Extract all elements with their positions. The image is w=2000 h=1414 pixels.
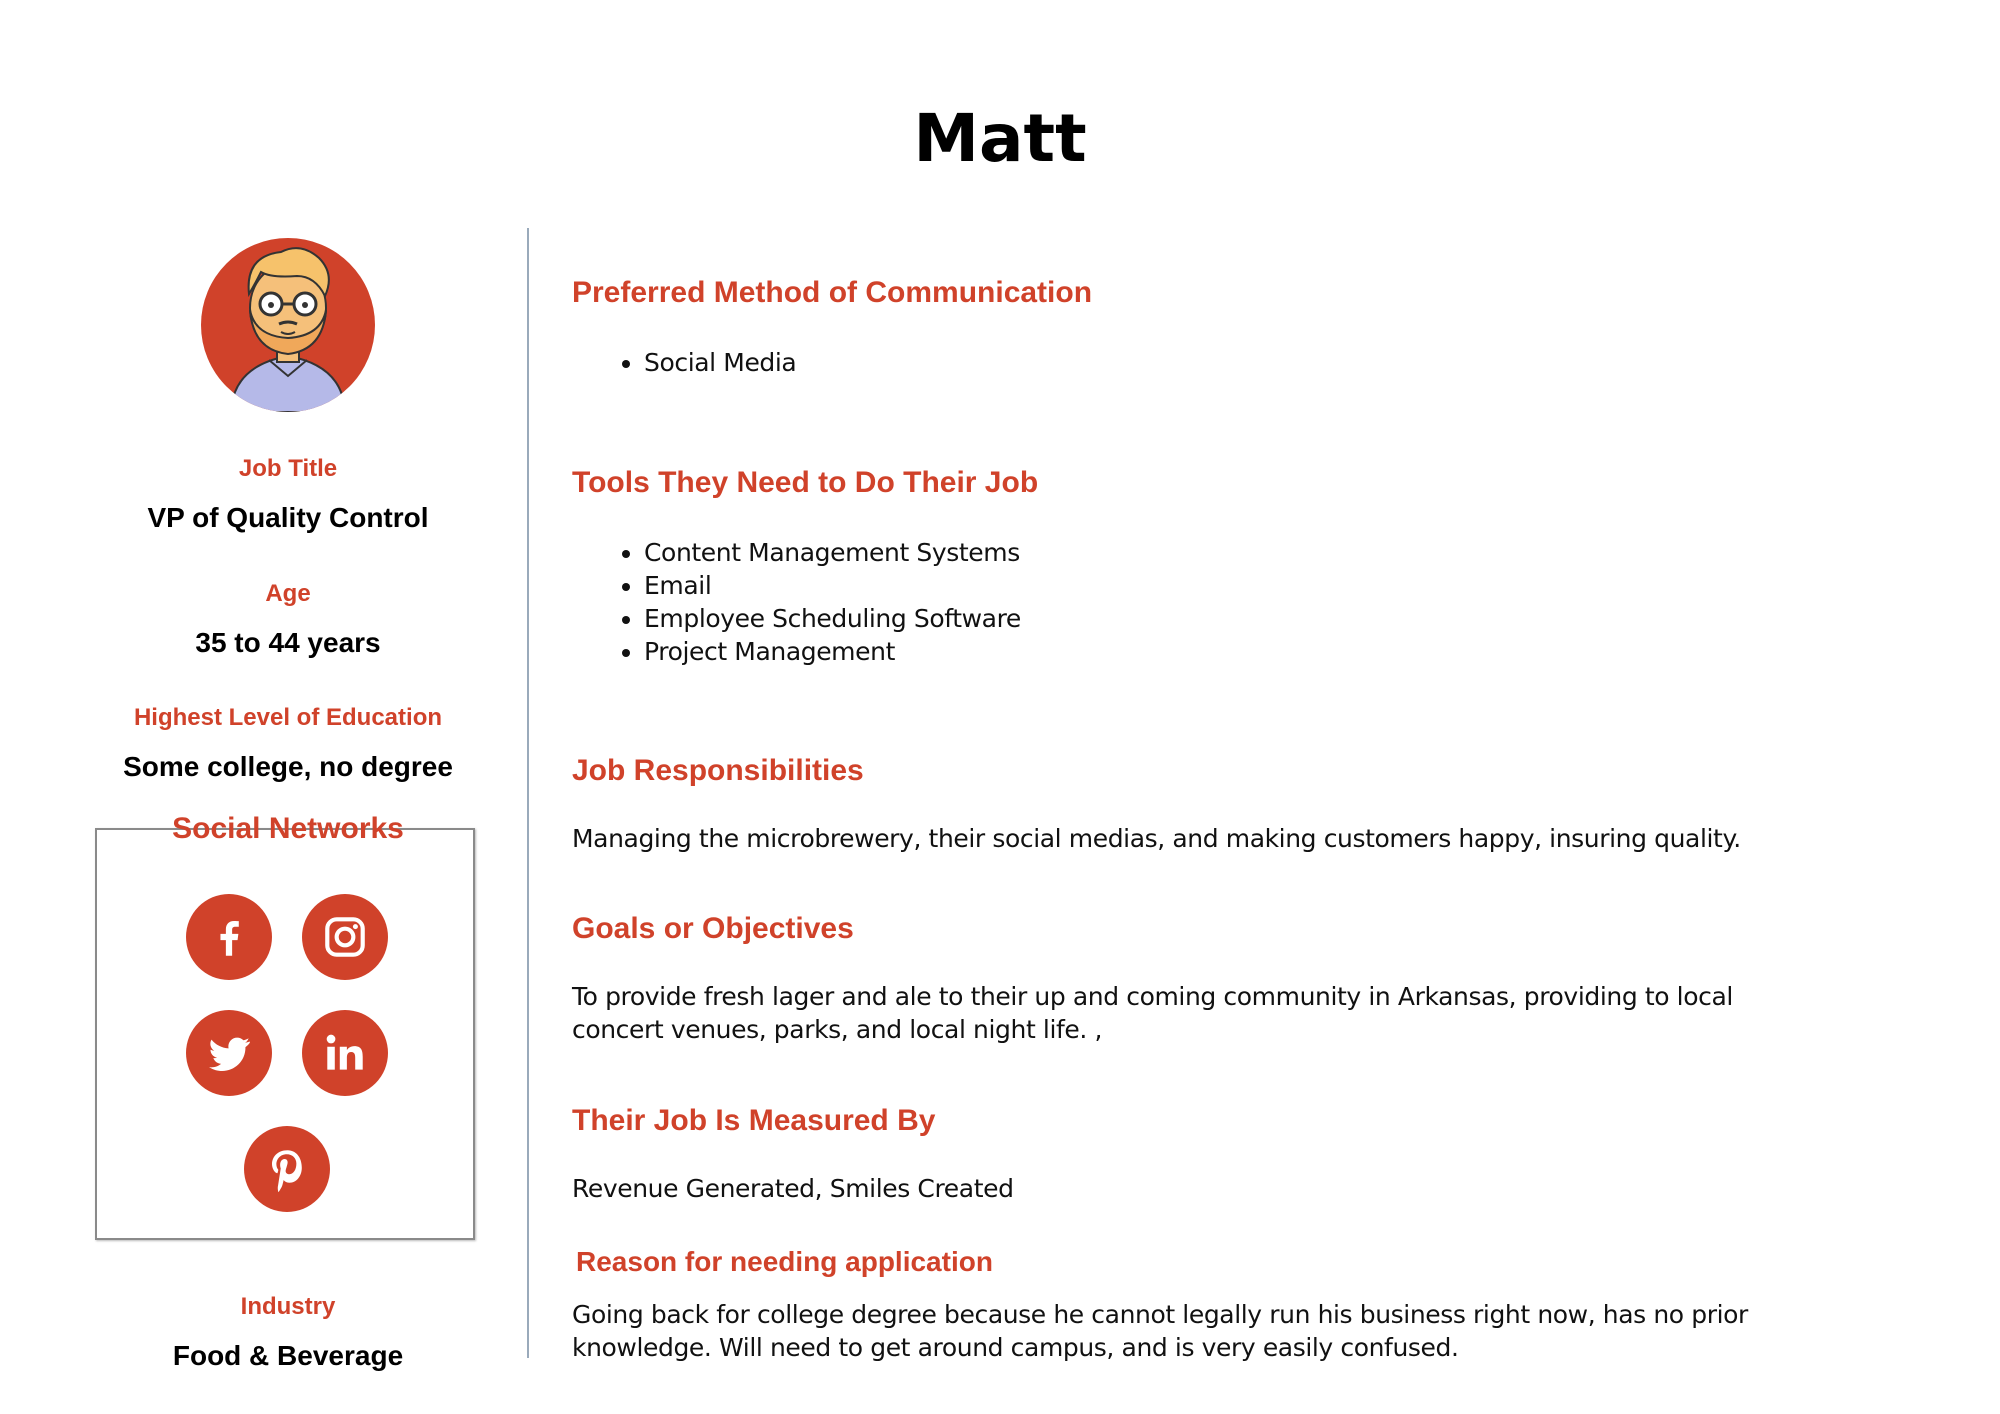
responsibilities-heading: Job Responsibilities (572, 754, 864, 787)
age-value: 35 to 44 years (195, 627, 381, 658)
responsibilities-text: Managing the microbrewery, their social … (572, 824, 1741, 853)
list-item: Content Management Systems (644, 536, 1021, 569)
job-title-value: VP of Quality Control (147, 502, 429, 533)
industry-label: Industry (240, 1293, 336, 1320)
pinterest-icon[interactable] (244, 1126, 330, 1212)
tools-heading: Tools They Need to Do Their Job (572, 466, 1039, 499)
instagram-icon[interactable] (302, 894, 388, 980)
list-item: Project Management (644, 635, 1021, 668)
social-networks-title: Social Networks (172, 812, 404, 845)
measured-text: Revenue Generated, Smiles Created (572, 1174, 1014, 1203)
job-title-label: Job Title (238, 455, 338, 482)
twitter-icon[interactable] (186, 1010, 272, 1096)
goals-text: To provide fresh lager and ale to their … (572, 982, 1733, 1044)
industry-value: Food & Beverage (172, 1340, 404, 1371)
linkedin-icon[interactable] (302, 1010, 388, 1096)
reason-heading: Reason for needing application (576, 1246, 993, 1277)
measured-heading: Their Job Is Measured By (572, 1104, 936, 1137)
education-label: Highest Level of Education (133, 704, 443, 731)
communication-heading: Preferred Method of Communication (572, 276, 1093, 309)
education-value: Some college, no degree (123, 751, 453, 782)
reason-text: Going back for college degree because he… (572, 1300, 1748, 1362)
persona-name: Matt (913, 100, 1087, 177)
list-item: Email (644, 569, 1021, 602)
column-divider (527, 228, 529, 1358)
age-label: Age (265, 580, 311, 607)
goals-heading: Goals or Objectives (572, 912, 854, 945)
avatar (201, 238, 375, 412)
tools-list: Content Management Systems Email Employe… (572, 536, 1021, 668)
list-item: Employee Scheduling Software (644, 602, 1021, 635)
facebook-icon[interactable] (186, 894, 272, 980)
list-item: Social Media (644, 346, 797, 379)
communication-list: Social Media (572, 346, 797, 379)
